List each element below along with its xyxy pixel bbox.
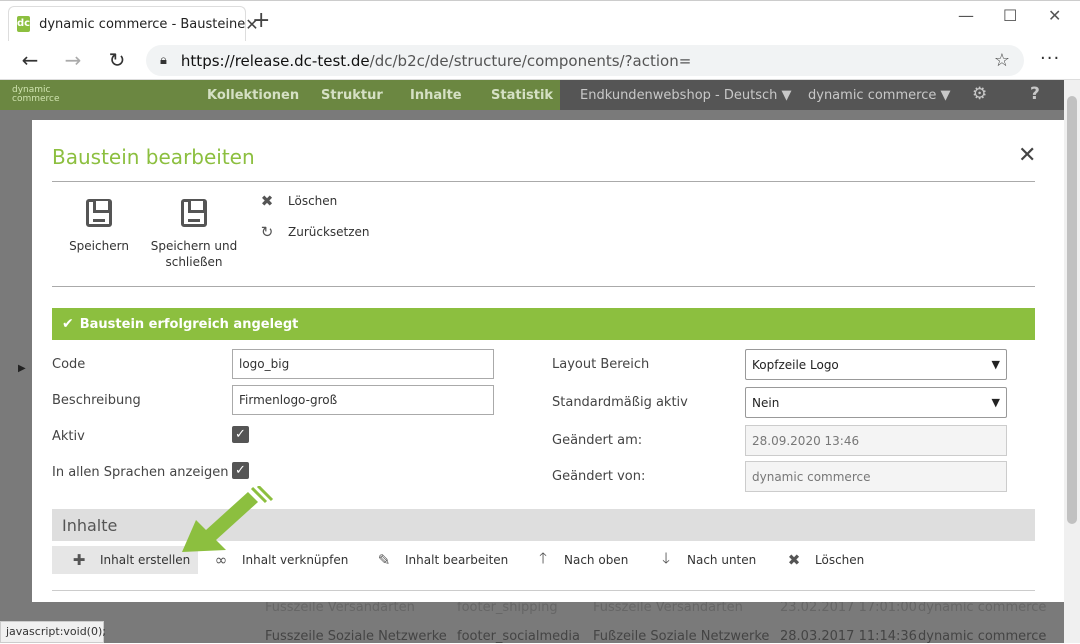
- minimize-button[interactable]: —: [958, 6, 974, 25]
- create-content-button[interactable]: ✚ Inhalt erstellen: [52, 546, 198, 574]
- all-languages-label: In allen Sprachen anzeigen: [52, 465, 229, 480]
- changed-at-field: 28.09.2020 13:46: [745, 425, 1007, 456]
- url-field[interactable]: 🔒︎ https://release.dc-test.de/dc/b2c/de/…: [146, 45, 1024, 76]
- background-cell: Fußzeile Soziale Netzwerke: [593, 629, 770, 644]
- scrollbar-thumb[interactable]: [1067, 96, 1077, 524]
- check-icon: ✔: [62, 316, 74, 332]
- lock-icon: 🔒︎: [160, 53, 167, 68]
- maximize-button[interactable]: ☐: [1003, 6, 1017, 25]
- browser-status-bar: javascript:void(0);: [0, 621, 106, 643]
- changed-by-label: Geändert von:: [552, 469, 646, 484]
- all-languages-checkbox[interactable]: ✓: [232, 462, 249, 479]
- move-down-button[interactable]: 🡓 Nach unten: [657, 546, 756, 574]
- code-input[interactable]: logo_big: [232, 349, 494, 379]
- plus-icon: ✚: [72, 551, 86, 569]
- code-label: Code: [52, 357, 86, 372]
- forward-button[interactable]: →: [61, 48, 85, 72]
- pencil-icon: ✎: [377, 551, 391, 569]
- default-active-label: Standardmäßig aktiv: [552, 395, 688, 410]
- reload-button[interactable]: ↻: [105, 48, 129, 72]
- success-alert: ✔ Baustein erfolgreich angelegt: [52, 308, 1035, 340]
- background-row: Fusszeile Versandarten: [265, 600, 415, 615]
- url-path: /dc/b2c/de/structure/components/?action=: [369, 51, 692, 70]
- back-button[interactable]: ←: [18, 48, 42, 72]
- browser-tab[interactable]: dc dynamic commerce - Bausteine ✕: [8, 6, 259, 41]
- changed-by-field: dynamic commerce: [745, 461, 1007, 492]
- browser-menu-icon[interactable]: ···: [1040, 48, 1060, 69]
- background-cell: Fusszeile Versandarten: [593, 600, 743, 615]
- background-cell: 28.03.2017 11:14:36: [780, 629, 917, 644]
- divider: [52, 181, 1035, 182]
- close-icon[interactable]: ✕: [1018, 143, 1036, 168]
- description-input[interactable]: Firmenlogo-groß: [232, 385, 494, 415]
- new-tab-button[interactable]: +: [252, 10, 270, 32]
- reset-button[interactable]: ↻ Zurücksetzen: [256, 223, 370, 241]
- save-button[interactable]: Speichern: [64, 199, 134, 253]
- modal-title: Baustein bearbeiten: [52, 145, 255, 169]
- divider: [52, 590, 1035, 591]
- close-icon: ✖: [787, 551, 801, 569]
- edit-content-button[interactable]: ✎ Inhalt bearbeiten: [375, 546, 509, 574]
- description-label: Beschreibung: [52, 393, 141, 408]
- move-up-button[interactable]: 🡑 Nach oben: [534, 546, 628, 574]
- user-select[interactable]: dynamic commerce ▼: [808, 88, 950, 103]
- tab-title: dynamic commerce - Bausteine: [39, 16, 246, 32]
- save-icon: [86, 199, 112, 227]
- close-window-button[interactable]: ✕: [1048, 6, 1061, 25]
- pointer-arrow-icon: [182, 486, 274, 552]
- redo-icon: ↻: [260, 223, 274, 241]
- nav-item-statistik[interactable]: Statistik: [491, 88, 553, 103]
- background-cell: footer_shipping: [457, 600, 558, 615]
- app-logo[interactable]: dynamic commerce: [12, 86, 72, 104]
- divider: [52, 286, 1035, 287]
- layout-area-label: Layout Bereich: [552, 357, 650, 372]
- close-icon: ✖: [260, 192, 274, 210]
- nav-item-struktur[interactable]: Struktur: [321, 88, 383, 103]
- expand-arrow-icon[interactable]: ▶: [18, 363, 26, 374]
- arrow-down-icon: 🡓: [662, 548, 670, 567]
- active-checkbox[interactable]: ✓: [232, 426, 249, 443]
- arrow-up-icon: 🡑: [539, 548, 547, 567]
- changed-at-label: Geändert am:: [552, 433, 643, 448]
- nav-item-kollektionen[interactable]: Kollektionen: [207, 88, 299, 103]
- background-row: Fusszeile Soziale Netzwerke: [265, 629, 447, 644]
- active-label: Aktiv: [52, 429, 85, 444]
- gear-icon[interactable]: ⚙: [972, 84, 987, 104]
- save-and-close-button[interactable]: Speichern und schließen: [150, 199, 238, 269]
- favicon-icon: dc: [17, 16, 31, 32]
- nav-item-inhalte[interactable]: Inhalte: [410, 88, 462, 103]
- delete-button[interactable]: ✖ Löschen: [256, 192, 338, 210]
- favorite-star-icon[interactable]: ☆: [994, 50, 1010, 71]
- url-domain: https://release.dc-test.de: [180, 51, 370, 70]
- background-cell: dynamic commerce: [918, 629, 1047, 644]
- layout-area-select[interactable]: Kopfzeile Logo ▼: [745, 349, 1007, 380]
- help-icon[interactable]: ?: [1030, 84, 1040, 104]
- background-cell: 23.02.2017 17:01:00: [780, 600, 917, 615]
- shop-select[interactable]: Endkundenwebshop - Deutsch ▼: [580, 88, 792, 103]
- delete-content-button[interactable]: ✖ Löschen: [785, 546, 865, 574]
- background-cell: dynamic commerce: [918, 600, 1047, 615]
- default-active-select[interactable]: Nein ▼: [745, 387, 1007, 418]
- save-icon: [181, 199, 207, 227]
- background-cell: footer_socialmedia: [457, 629, 580, 644]
- chevron-down-icon: ▼: [991, 358, 1000, 371]
- chevron-down-icon: ▼: [991, 396, 1000, 409]
